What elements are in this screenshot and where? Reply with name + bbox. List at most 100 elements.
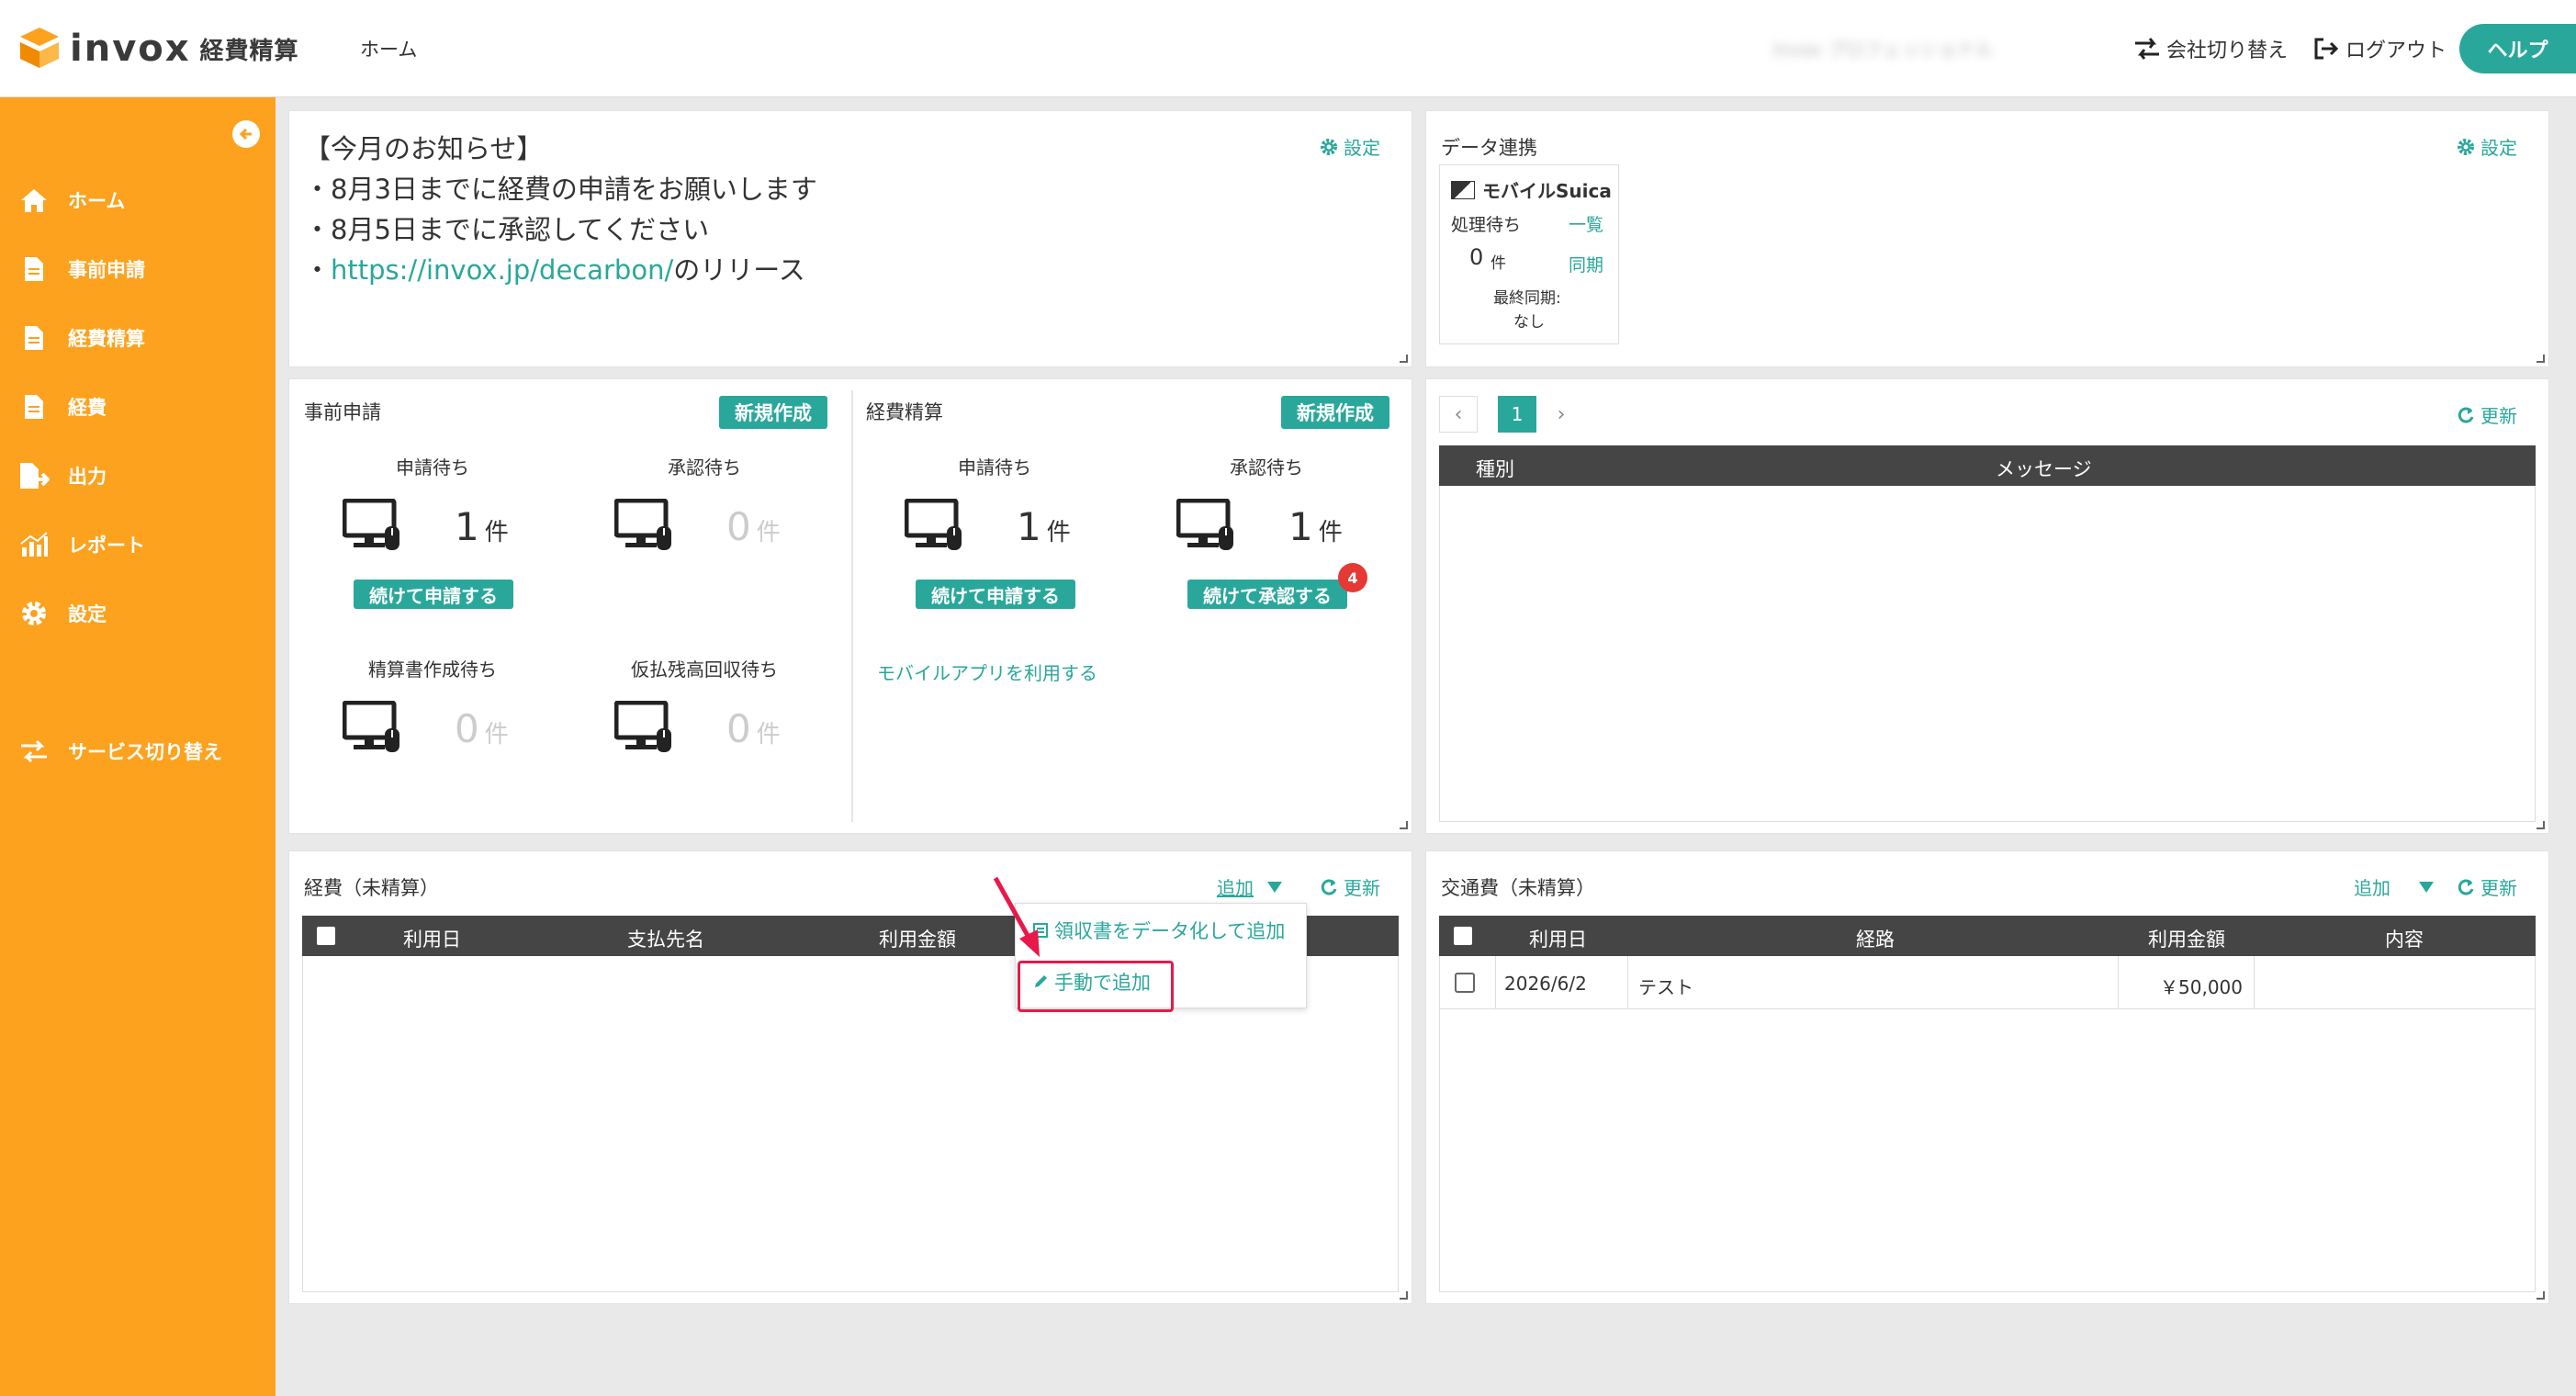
panel-title: 事前申請 [304, 401, 381, 423]
data-link-settings-link[interactable]: 設定 [2457, 133, 2517, 160]
continue-apply-button[interactable]: 続けて申請する [916, 580, 1075, 609]
expenses-refresh-link[interactable]: 更新 [1320, 873, 1380, 900]
last-sync-value: なし [1513, 313, 1545, 332]
suica-card-title: モバイルSuica [1451, 176, 1612, 203]
continue-apply-button[interactable]: 続けて申請する [354, 580, 513, 609]
document-icon [18, 253, 50, 285]
suica-card: モバイルSuica 処理待ち 一覧 0 件 同期 最終同期: なし [1439, 164, 1619, 344]
computer-icon [614, 701, 671, 752]
stat-count-value: 1 [1017, 504, 1041, 549]
column-header[interactable]: 利用金額 [879, 925, 956, 952]
stat-count: 0件 [726, 504, 781, 549]
top-header: invox 経費精算 ホーム invox プロフェッショナル 会社切り替え ログ… [0, 0, 2576, 97]
sidebar: ホーム 事前申請 経費精算 経費 出力 レポート 設定 サービス切り替え [0, 97, 276, 1396]
logout-icon [2314, 38, 2339, 60]
add-dropdown-button[interactable]: 追加 [2354, 873, 2435, 900]
switch-icon [2135, 38, 2159, 60]
nav-home-link[interactable]: ホーム [360, 35, 417, 62]
computer-icon [343, 499, 399, 550]
list-link[interactable]: 一覧 [1569, 211, 1603, 236]
stat-count-value: 1 [1288, 504, 1313, 549]
logout-link[interactable]: ログアウト [2312, 34, 2447, 63]
sidebar-item-home[interactable]: ホーム [18, 182, 125, 219]
messages-table-body [1439, 486, 2536, 822]
notice-bullet: ・ [304, 254, 332, 286]
stat-count-unit: 件 [484, 519, 509, 546]
resize-handle[interactable] [1400, 821, 1408, 829]
stat-count-value: 0 [726, 706, 751, 751]
gear-icon [2458, 138, 2474, 155]
row-date: 2026/6/2 [1504, 973, 1587, 995]
resize-handle[interactable] [2537, 821, 2545, 829]
table-row[interactable]: 2026/6/2 テスト ￥50,000 [1440, 956, 2535, 1009]
sidebar-item-label: サービス切り替え [68, 741, 222, 763]
column-header[interactable]: 種別 [1476, 455, 1514, 482]
notice-settings-link[interactable]: 設定 [1320, 133, 1380, 160]
sidebar-item-label: レポート [68, 535, 145, 557]
new-pre-application-button[interactable]: 新規作成 [719, 396, 827, 429]
collapse-sidebar-button[interactable] [232, 120, 260, 148]
pager-prev-button[interactable]: ‹ [1439, 396, 1478, 433]
resize-handle[interactable] [1400, 1291, 1408, 1300]
cell-divider [1495, 956, 1496, 1009]
column-header[interactable]: 利用日 [1529, 925, 1587, 952]
dropdown-item-label: 領収書をデータ化して追加 [1054, 920, 1286, 942]
logout-label: ログアウト [2345, 39, 2447, 62]
row-checkbox[interactable] [1455, 973, 1475, 993]
resize-handle[interactable] [2537, 355, 2545, 363]
sidebar-item-report[interactable]: レポート [18, 526, 145, 563]
column-header[interactable]: 利用日 [403, 925, 461, 952]
computer-icon [343, 701, 399, 752]
gear-icon [18, 598, 50, 629]
pending-count: 0 [1469, 244, 1484, 270]
help-button[interactable]: ヘルプ [2459, 24, 2576, 73]
export-icon [18, 460, 50, 491]
chevron-left-icon: ‹ [1454, 402, 1463, 426]
notice-line-suffix: のリリース [673, 254, 805, 286]
stat-count-value: 0 [726, 504, 751, 549]
computer-icon [1176, 499, 1233, 550]
stat-count-unit: 件 [1318, 519, 1343, 546]
column-header[interactable]: 経路 [1856, 925, 1895, 952]
settings-label: 設定 [2480, 137, 2517, 159]
select-all-checkbox[interactable] [317, 927, 335, 945]
resize-handle[interactable] [2537, 1291, 2545, 1300]
sidebar-item-expense-settlement[interactable]: 経費精算 [18, 320, 145, 356]
column-header[interactable]: メッセージ [1996, 455, 2092, 482]
resize-handle[interactable] [1400, 355, 1408, 363]
cell-divider [1627, 956, 1628, 1009]
pager-next-button[interactable]: › [1542, 396, 1580, 433]
transport-refresh-link[interactable]: 更新 [2457, 873, 2517, 900]
column-header[interactable]: 支払先名 [627, 925, 704, 952]
chart-icon [18, 529, 50, 560]
stat-count-unit: 件 [484, 721, 509, 749]
stat-count-unit: 件 [1046, 519, 1071, 546]
new-expense-settlement-button[interactable]: 新規作成 [1281, 396, 1389, 429]
sidebar-item-export[interactable]: 出力 [18, 457, 107, 494]
column-header[interactable]: 利用金額 [2148, 925, 2225, 952]
switch-company-label: 会社切り替え [2166, 39, 2289, 62]
sync-link[interactable]: 同期 [1569, 252, 1603, 276]
notice-title: 【今月のお知らせ】 [304, 133, 544, 164]
notice-panel: 【今月のお知らせ】 ・8月3日までに経費の申請をお願いします ・8月5日までに承… [288, 110, 1412, 367]
stat-label: 仮払残高回収待ち [631, 659, 778, 681]
stat-count: 0件 [455, 706, 509, 751]
suica-icon [1451, 180, 1475, 199]
mobile-app-link[interactable]: モバイルアプリを利用する [877, 659, 1097, 685]
add-dropdown-button[interactable]: 追加 [1217, 873, 1283, 900]
sidebar-item-pre-application[interactable]: 事前申請 [18, 251, 145, 287]
pager-page-button[interactable]: 1 [1498, 396, 1536, 433]
sidebar-item-expenses[interactable]: 経費 [18, 388, 107, 425]
messages-refresh-link[interactable]: 更新 [2457, 401, 2517, 428]
continue-approve-button[interactable]: 続けて承認する [1187, 580, 1347, 609]
sidebar-item-settings[interactable]: 設定 [18, 595, 107, 632]
row-route: テスト [1638, 976, 1693, 998]
add-from-receipt-item[interactable]: 領収書をデータ化して追加 [1032, 917, 1285, 944]
stat-label: 申請待ち [958, 456, 1031, 478]
select-all-checkbox[interactable] [1454, 927, 1472, 945]
switch-company-link[interactable]: 会社切り替え [2133, 34, 2288, 63]
notice-link[interactable]: https://invox.jp/decarbon/ [331, 254, 673, 286]
column-header[interactable]: 内容 [2385, 925, 2424, 952]
sidebar-item-service-switch[interactable]: サービス切り替え [18, 733, 222, 770]
logo[interactable]: invox 経費精算 [18, 26, 299, 72]
